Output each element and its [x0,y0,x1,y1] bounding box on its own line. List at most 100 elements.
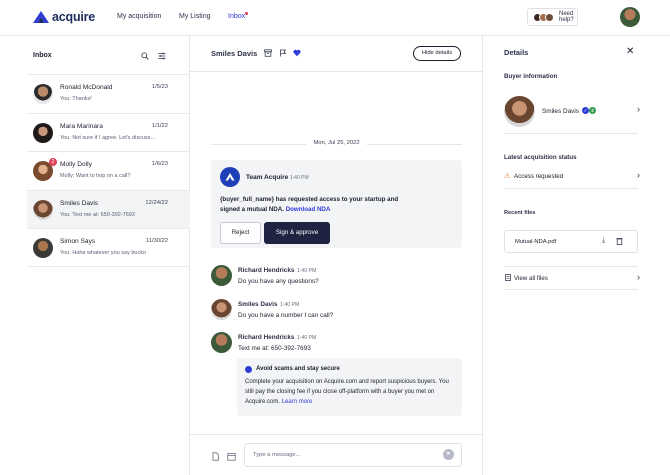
inbox-panel: Inbox Ronald McDonald 1/5/23 You: Thanks… [0,36,190,475]
message-composer: Type a message... ➤ [190,434,483,475]
unread-badge: 2 [49,158,57,166]
inbox-unread-dot [245,12,248,15]
message-sender: Richard Hendricks [238,267,295,274]
conversation-preview: Molly: Want to hop on a call? [60,173,131,179]
buyer-name: Smiles Davis [542,108,579,115]
acquisition-status-row[interactable]: ⚠ Access requested › [504,170,640,189]
chevron-right-icon: › [637,104,640,114]
message-text: Text me at: 650-392-7693 [238,345,311,352]
message-text: Do you have any questions? [238,278,319,285]
message-time: 1:40 PM [297,335,317,341]
hide-details-button[interactable]: Hide details [413,46,461,61]
conversation-preview: You: Text me at: 650-392-7693 [60,211,135,218]
file-item[interactable]: Mutual-NDA.pdf ⤓ [504,230,638,253]
chevron-right-icon: › [637,272,640,282]
avatar [33,199,53,220]
conversation-date: 1/1/22 [151,122,168,129]
conversation-name: Smiles Davis [60,199,99,207]
favorite-heart-icon[interactable] [293,49,301,59]
message-sender: Smiles Davis [238,301,278,308]
message-time: 1:40 PM [290,175,309,181]
learn-more-link[interactable]: Learn more [282,399,313,405]
date-divider: Mon, Jul 25, 2022 [211,140,462,148]
trash-icon[interactable] [616,237,623,247]
acquisition-status: Access requested [514,173,564,180]
message-time: 1:40 PM [280,302,300,308]
conversation-item[interactable]: Simon Says 11/30/22 You: Haha whatever y… [27,228,190,267]
brand-name: acquire [52,10,96,24]
conversation-name: Ronald McDonald [60,84,113,91]
avatar [211,299,232,320]
sign-approve-button[interactable]: Sign & approve [264,222,330,244]
conversation-preview: You: Not sure if I agree. Let's discuss.… [60,134,156,141]
conversation-date: 1/6/23 [151,161,168,167]
shield-icon [245,366,252,373]
nav-my-listing[interactable]: My Listing [179,13,211,20]
warning-icon: ⚠ [504,173,511,180]
archive-icon[interactable] [264,49,272,59]
help-label: Need help? [559,11,574,23]
reject-button[interactable]: Reject [220,222,261,244]
conversation-item-selected[interactable]: Smiles Davis 12/24/22 You: Text me at: 6… [27,189,190,228]
security-notice-text: Complete your acquisition on Acquire.com… [245,379,449,405]
view-all-files-row[interactable]: View all files › [504,266,640,290]
brand-mark-icon [225,173,235,181]
conversation-name: Simon Says [60,238,96,245]
file-name: Mutual-NDA.pdf [515,239,557,245]
status-badge-icon: $ [589,107,596,114]
verified-badge-icon: ✓ [582,107,589,114]
search-icon[interactable] [141,52,149,62]
avatar [211,265,232,286]
message-input[interactable]: Type a message... [244,443,462,467]
flag-icon[interactable] [279,49,287,59]
buyer-avatar [504,96,535,127]
conversation-item[interactable]: Ronald McDonald 1/5/23 You: Thanks! [27,74,190,113]
download-nda-link[interactable]: Download NDA [286,206,331,213]
conversation-name: Molly Dolly [60,161,92,168]
calendar-icon[interactable] [227,452,236,463]
user-avatar[interactable] [620,7,640,27]
send-icon[interactable]: ➤ [443,449,454,460]
security-notice: Avoid scams and stay secure Complete you… [237,358,462,416]
close-icon[interactable]: ✕ [626,46,634,57]
chat-message: Smiles Davis 1:40 PM Do you have a numbe… [211,299,462,325]
buyer-info-heading: Buyer information [504,73,558,80]
access-request-card: Team Acquire 1:40 PM {buyer_full_name} h… [211,160,462,248]
chat-message: Richard Hendricks 1:40 PM Do you have an… [211,265,462,291]
chat-panel: Smiles Davis Hide details Mon, Jul 25, 2… [190,36,483,475]
help-button[interactable]: Need help? [527,8,578,26]
top-bar: acquire My acquisition My Listing Inbox … [0,0,670,36]
conversation-name: Mara Marinara [60,122,103,130]
avatar [33,122,53,143]
inbox-title: Inbox [33,52,52,59]
conversation-list: Ronald McDonald 1/5/23 You: Thanks! Mara… [27,74,190,267]
nav-inbox[interactable]: Inbox [228,13,245,20]
brand-logo[interactable]: acquire [33,10,95,24]
download-icon[interactable]: ⤓ [602,237,605,245]
team-acquire-avatar [220,167,240,187]
chevron-right-icon: › [637,170,640,180]
date-divider-label: Mon, Jul 25, 2022 [313,140,360,146]
access-request-text: {buyer_full_name} has requested access t… [220,196,399,213]
support-avatars [533,12,554,22]
conversation-preview: You: Thanks! [60,96,92,102]
conversation-item[interactable]: 2 Molly Dolly 1/6/23 Molly: Want to hop … [27,151,190,190]
avatar [33,84,53,104]
details-panel: Details ✕ Buyer information Smiles Davis… [483,36,670,475]
attach-document-icon[interactable] [211,452,220,463]
buyer-card[interactable]: Smiles Davis ✓ $ › [504,92,640,134]
acquisition-status-heading: Latest acquisition status [504,154,577,161]
conversation-date: 1/5/23 [151,84,168,90]
security-notice-title: Avoid scams and stay secure [256,366,340,372]
conversation-preview: You: Haha whatever you say bucko [60,250,147,256]
conversation-item[interactable]: Mara Marinara 1/1/22 You: Not sure if I … [27,112,190,152]
view-all-files-label: View all files [514,275,548,282]
filter-icon[interactable] [158,52,166,62]
chat-message: Richard Hendricks 1:40 PM Text me at: 65… [211,332,462,358]
message-text: Do you have a number I can call? [238,312,334,319]
details-title: Details [504,48,529,57]
message-time: 1:40 PM [297,268,317,274]
message-sender: Richard Hendricks [238,334,295,341]
chat-header: Smiles Davis Hide details [190,36,483,72]
nav-my-acquisition[interactable]: My acquisition [117,13,161,20]
